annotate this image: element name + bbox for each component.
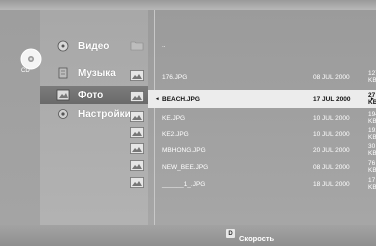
table-row[interactable]: 176.JPG 08 JUL 2000 127 KB bbox=[148, 68, 376, 86]
photo-file-icon bbox=[130, 70, 144, 81]
file-size: 127 KB bbox=[368, 70, 376, 84]
file-date: 08 JUL 2000 bbox=[313, 163, 350, 171]
file-list-panel: .. 176.JPG 08 JUL 2000 127 KB ◂ BEACH.JP… bbox=[130, 10, 376, 225]
file-date: 17 JUL 2000 bbox=[313, 95, 351, 103]
file-size: 30 KB bbox=[368, 143, 376, 157]
selection-left-arrow-icon: ◂ bbox=[156, 96, 159, 102]
list-item-parent-folder[interactable]: .. bbox=[130, 36, 376, 54]
file-date: 10 JUL 2000 bbox=[313, 130, 350, 138]
folder-icon bbox=[130, 41, 144, 50]
d-button-icon[interactable]: D bbox=[226, 229, 235, 238]
photo-file-icon bbox=[130, 111, 144, 122]
menu-item-label: Фото bbox=[78, 89, 104, 101]
menu-item-label: Видео bbox=[78, 40, 110, 52]
menu-item-music[interactable]: Музыка bbox=[56, 64, 116, 82]
table-row[interactable]: ______1_.JPG 18 JUL 2000 17 KB bbox=[148, 175, 376, 193]
video-icon bbox=[56, 39, 70, 53]
photo-file-icon bbox=[130, 91, 144, 102]
file-name: ______1_.JPG bbox=[162, 180, 206, 188]
photo-file-icon bbox=[130, 127, 144, 138]
file-size: 76 KB bbox=[368, 160, 376, 174]
file-date: 10 JUL 2000 bbox=[313, 114, 350, 122]
file-name: 176.JPG bbox=[162, 73, 188, 81]
file-date: 18 JUL 2000 bbox=[313, 180, 350, 188]
table-row[interactable]: NEW_BEE.JPG 08 JUL 2000 76 KB bbox=[148, 158, 376, 176]
file-name: NEW_BEE.JPG bbox=[162, 163, 209, 171]
table-row[interactable]: MBHONG.JPG 20 JUL 2000 30 KB bbox=[148, 141, 376, 159]
table-row-selected[interactable]: ◂ BEACH.JPG 17 JUL 2000 27 KB ▸ bbox=[148, 90, 376, 108]
file-date: 20 JUL 2000 bbox=[313, 146, 350, 154]
photo-file-icon bbox=[130, 177, 144, 188]
photo-icon bbox=[56, 88, 70, 102]
menu-item-settings[interactable]: Настройки bbox=[56, 105, 131, 123]
menu-item-label: Настройки bbox=[78, 108, 131, 120]
file-name: MBHONG.JPG bbox=[162, 146, 206, 154]
file-name: BEACH.JPG bbox=[162, 95, 200, 103]
disc-label: CD bbox=[21, 68, 30, 74]
file-size: 17 KB bbox=[368, 177, 376, 191]
file-date: 08 JUL 2000 bbox=[313, 73, 350, 81]
photo-file-icon bbox=[130, 160, 144, 171]
top-bar bbox=[0, 0, 376, 10]
settings-icon bbox=[56, 107, 70, 121]
photo-file-icon bbox=[130, 143, 144, 154]
file-size: 194 KB bbox=[368, 111, 376, 125]
music-icon bbox=[56, 66, 70, 80]
bottom-bar bbox=[0, 225, 376, 246]
file-size: 191 KB bbox=[368, 127, 376, 141]
photo-browser-screen: CD Видео Музыка ◂ Фото Настройки .. bbox=[0, 0, 376, 246]
speed-label: Скорость bbox=[239, 234, 275, 243]
parent-folder-label: .. bbox=[162, 41, 166, 49]
menu-item-label: Музыка bbox=[78, 67, 116, 79]
selection-right-arrow-icon: ▸ bbox=[371, 96, 374, 102]
disc-icon bbox=[20, 48, 42, 70]
menu-item-video[interactable]: Видео bbox=[56, 37, 109, 55]
file-name: KE.JPG bbox=[162, 114, 186, 122]
file-name: KE2.JPG bbox=[162, 130, 189, 138]
